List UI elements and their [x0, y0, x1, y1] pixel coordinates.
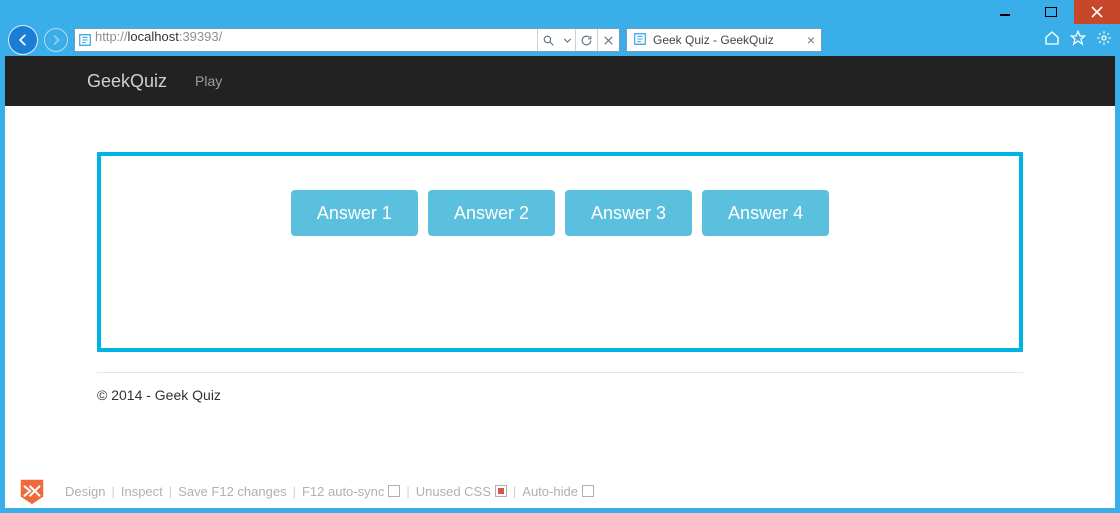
- checkbox-icon[interactable]: [582, 485, 594, 497]
- url-prefix: http://: [95, 29, 128, 44]
- devbar-autohide[interactable]: Auto-hide: [522, 484, 594, 499]
- devbar-design[interactable]: Design: [65, 484, 105, 499]
- devbar-unused[interactable]: Unused CSS: [416, 484, 507, 499]
- divider: [97, 372, 1023, 373]
- window-titlebar: [0, 0, 1120, 24]
- tab-close-icon[interactable]: ×: [807, 33, 815, 47]
- favorites-icon[interactable]: [1070, 30, 1086, 51]
- forward-button[interactable]: [44, 28, 68, 52]
- address-bar-tools: [537, 29, 619, 51]
- brand-logo[interactable]: GeekQuiz: [87, 71, 167, 92]
- browser-tool-icons: [1044, 30, 1112, 51]
- devbar-save[interactable]: Save F12 changes: [178, 484, 286, 499]
- url-input[interactable]: http://localhost:39393/: [95, 29, 537, 51]
- nav-play-link[interactable]: Play: [195, 73, 222, 89]
- browser-tab[interactable]: Geek Quiz - GeekQuiz ×: [626, 28, 822, 52]
- browserlink-toolbar: Design | Inspect | Save F12 changes | F1…: [5, 474, 1115, 508]
- devbar-autosync[interactable]: F12 auto-sync: [302, 484, 400, 499]
- answer-button-3[interactable]: Answer 3: [565, 190, 692, 236]
- dropdown-icon[interactable]: [559, 29, 575, 51]
- checkbox-icon[interactable]: [495, 485, 507, 497]
- home-icon[interactable]: [1044, 30, 1060, 51]
- url-port: :39393/: [179, 29, 222, 44]
- browser-window: http://localhost:39393/: [0, 0, 1120, 513]
- answer-button-4[interactable]: Answer 4: [702, 190, 829, 236]
- site-navbar: GeekQuiz Play: [5, 56, 1115, 106]
- search-icon[interactable]: [537, 29, 559, 51]
- visual-studio-icon[interactable]: [15, 474, 49, 508]
- tab-favicon-icon: [633, 32, 647, 49]
- window-minimize-button[interactable]: [982, 0, 1028, 24]
- checkbox-icon[interactable]: [388, 485, 400, 497]
- devbar-inspect[interactable]: Inspect: [121, 484, 163, 499]
- page-body: Answer 1 Answer 2 Answer 3 Answer 4 © 20…: [5, 106, 1115, 508]
- url-host: localhost: [128, 29, 179, 44]
- browser-toolbar: http://localhost:39393/: [0, 24, 1120, 56]
- window-maximize-button[interactable]: [1028, 0, 1074, 24]
- quiz-card: Answer 1 Answer 2 Answer 3 Answer 4: [97, 152, 1023, 352]
- answer-button-2[interactable]: Answer 2: [428, 190, 555, 236]
- tab-title: Geek Quiz - GeekQuiz: [653, 33, 801, 47]
- window-close-button[interactable]: [1074, 0, 1120, 24]
- back-button[interactable]: [8, 25, 38, 55]
- settings-icon[interactable]: [1096, 30, 1112, 51]
- address-bar[interactable]: http://localhost:39393/: [74, 28, 620, 52]
- ie-favicon-icon: [75, 33, 95, 47]
- stop-icon[interactable]: [597, 29, 619, 51]
- footer-text: © 2014 - Geek Quiz: [97, 387, 1023, 403]
- answer-button-1[interactable]: Answer 1: [291, 190, 418, 236]
- page-viewport: GeekQuiz Play Answer 1 Answer 2 Answer 3…: [0, 56, 1120, 513]
- refresh-icon[interactable]: [575, 29, 597, 51]
